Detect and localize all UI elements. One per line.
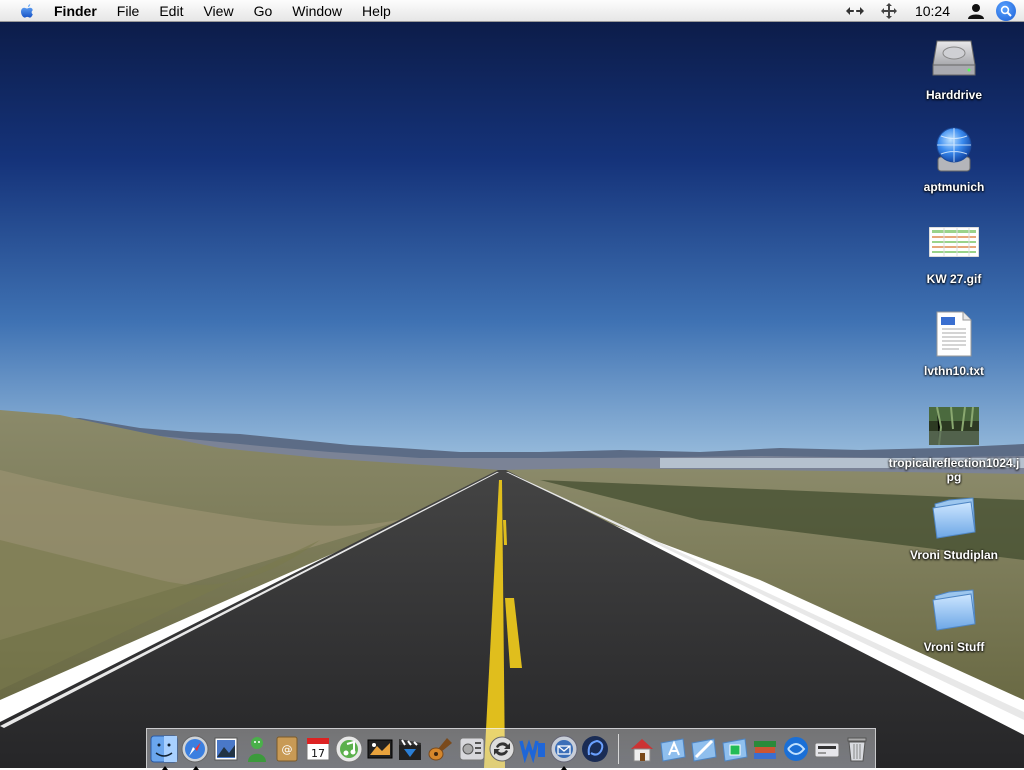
dock-home-folder[interactable] [628, 732, 657, 766]
internet-folder-icon [691, 737, 717, 762]
menu-edit[interactable]: Edit [149, 0, 193, 22]
library-books-icon [754, 740, 777, 759]
desktop-icon-lvthn10-txt[interactable]: lvthn10.txt [884, 306, 1024, 378]
sync-icon [489, 736, 515, 761]
itunes-icon [335, 735, 363, 762]
dock-network[interactable] [781, 732, 810, 766]
home-folder-icon [631, 738, 654, 761]
menu-bar: Finder File Edit View Go Window Help 10:… [0, 0, 1024, 22]
dock-mail[interactable] [549, 732, 578, 770]
dock-library-books[interactable] [751, 732, 780, 766]
dock-trash[interactable] [843, 732, 872, 766]
desktop-icon-harddrive[interactable]: Harddrive [884, 30, 1024, 102]
menu-window[interactable]: Window [282, 0, 352, 22]
system-preferences-icon [459, 737, 485, 760]
desktop-icon-kw27-gif[interactable]: KW 27.gif [884, 214, 1024, 286]
menu-view[interactable]: View [193, 0, 243, 22]
move-cross-icon[interactable] [873, 0, 905, 22]
gif-image-file-icon [926, 214, 982, 270]
apple-logo-icon [21, 3, 33, 18]
spotlight-search-icon[interactable] [996, 0, 1016, 21]
hard-drive-icon [926, 30, 982, 86]
dock-finder[interactable] [150, 732, 179, 770]
menu-file[interactable]: File [107, 0, 150, 22]
dock-safari[interactable] [181, 732, 210, 770]
text-document-icon [926, 306, 982, 362]
desktop-icon-label: Harddrive [925, 88, 983, 102]
folder-icon [926, 490, 982, 546]
word-icon [519, 738, 546, 763]
svg-text:@: @ [282, 743, 293, 756]
mail-icon [550, 735, 578, 762]
desktop-icon-label: Vroni Stuff [923, 640, 985, 654]
dock-garageband[interactable] [426, 732, 455, 766]
dock-separator [618, 733, 619, 764]
folder-icon [926, 582, 982, 638]
dock-messenger[interactable] [242, 732, 271, 766]
network-volume-icon [926, 122, 982, 178]
dock-sync[interactable] [488, 732, 517, 766]
finder-icon [150, 735, 178, 762]
desktop[interactable] [0, 0, 1024, 768]
desktop-icon-aptmunich[interactable]: aptmunich [884, 122, 1024, 194]
menu-help[interactable]: Help [352, 0, 401, 22]
status-menus: 10:24 [837, 0, 1024, 22]
applications-folder-icon [660, 737, 686, 762]
dock-word[interactable] [519, 732, 548, 766]
dock-internet-folder[interactable] [689, 732, 718, 766]
browser-icon [581, 735, 608, 762]
desktop-icon-label: KW 27.gif [926, 272, 982, 286]
dock-address-book[interactable]: @ [273, 732, 302, 766]
imovie-icon [399, 738, 422, 760]
ical-icon: 17 [306, 737, 330, 760]
dock-card-reader[interactable] [812, 732, 841, 766]
menu-clock[interactable]: 10:24 [905, 0, 960, 22]
documents-folder-icon [721, 737, 748, 762]
desktop-icon-label: tropicalreflection1024.jpg [888, 456, 1020, 484]
desktop-icon-label: aptmunich [923, 180, 985, 194]
card-reader-icon [814, 742, 840, 757]
dock-applications-folder[interactable] [659, 732, 688, 766]
address-book-icon: @ [276, 736, 298, 761]
road-wallpaper [0, 0, 1024, 768]
safari-icon [181, 735, 209, 762]
trash-icon [847, 737, 867, 761]
dock-imovie[interactable] [396, 732, 425, 766]
desktop-icon-label: Vroni Studiplan [909, 548, 998, 562]
calendar-day: 17 [311, 747, 325, 760]
user-icon[interactable] [960, 0, 992, 22]
app-menu-finder[interactable]: Finder [42, 0, 107, 22]
apple-menu[interactable] [12, 0, 42, 22]
network-icon [784, 736, 809, 761]
dock-documents-folder[interactable] [720, 732, 749, 766]
dock-iphoto[interactable] [365, 732, 394, 766]
desktop-icon-label: lvthn10.txt [923, 364, 984, 378]
menu-go[interactable]: Go [244, 0, 283, 22]
preview-icon [214, 737, 238, 760]
desktop-icon-vroni-stuff[interactable]: Vroni Stuff [884, 582, 1024, 654]
dock-preview[interactable] [211, 732, 240, 766]
dock: @ 17 [146, 728, 876, 770]
garageband-icon [428, 737, 452, 760]
desktop-icon-tropicalreflection-jpg[interactable]: tropicalreflection1024.jpg [884, 398, 1024, 484]
messenger-icon [247, 736, 266, 762]
dock-system-preferences[interactable] [457, 732, 486, 766]
network-arrows-icon[interactable] [837, 0, 873, 22]
dock-browser[interactable] [580, 732, 609, 766]
dock-itunes[interactable] [334, 732, 363, 766]
iphoto-icon [367, 739, 392, 758]
jpg-image-file-icon [926, 398, 982, 454]
desktop-icon-vroni-studiplan[interactable]: Vroni Studiplan [884, 490, 1024, 562]
dock-ical[interactable]: 17 [303, 732, 332, 766]
